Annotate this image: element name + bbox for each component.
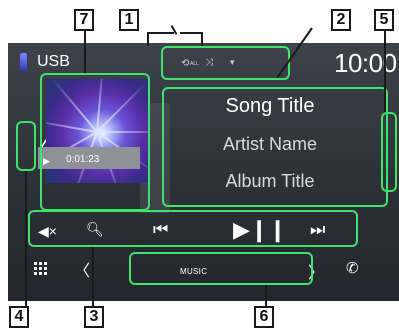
- callout-7: 7: [74, 9, 94, 31]
- leader-5: [384, 30, 386, 112]
- leader-7: [84, 30, 86, 73]
- leader-1e: [180, 32, 202, 34]
- highlight-box-6: [129, 252, 313, 285]
- leader-6: [265, 285, 267, 307]
- highlight-box-4: [16, 121, 36, 171]
- phone-icon[interactable]: ✆: [346, 259, 359, 277]
- highlight-box-1: [161, 46, 290, 80]
- leader-1b: [148, 32, 174, 34]
- callout-3: 3: [84, 306, 104, 328]
- leader-1d: [201, 32, 203, 46]
- highlight-box-2: [162, 87, 388, 207]
- callout-2: 2: [331, 9, 351, 31]
- callout-5: 5: [374, 9, 394, 31]
- leader-3: [92, 247, 94, 307]
- source-prev-icon[interactable]: 〈: [74, 257, 90, 281]
- callout-4: 4: [9, 306, 29, 328]
- clock: 10:00: [334, 48, 397, 78]
- usb-icon: [20, 53, 27, 71]
- highlight-box-3: [28, 210, 358, 247]
- grid-menu-icon[interactable]: [34, 262, 48, 276]
- callout-1: 1: [119, 9, 139, 31]
- leader-1c: [147, 32, 149, 46]
- highlight-box-7: [40, 73, 150, 211]
- source-label: USB: [37, 53, 70, 70]
- callout-6: 6: [254, 306, 274, 328]
- highlight-box-5: [381, 112, 397, 192]
- leader-4: [25, 171, 27, 308]
